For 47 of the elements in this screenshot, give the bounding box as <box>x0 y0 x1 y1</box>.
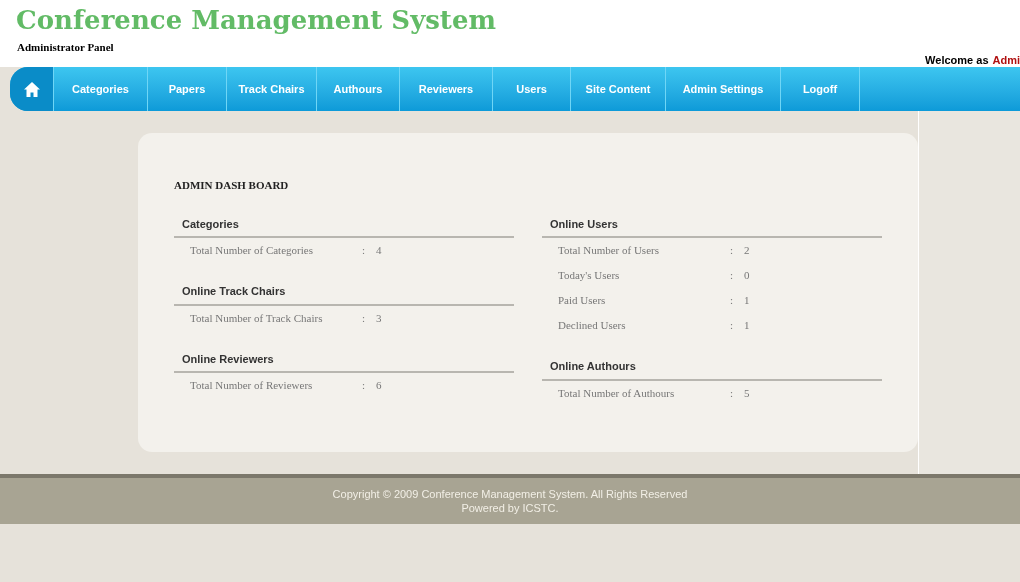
section-heading: Categories <box>174 215 514 238</box>
nav-tab[interactable]: Reviewers <box>400 67 493 111</box>
stat-label: Paid Users <box>558 293 607 309</box>
stat-value: 6 <box>376 378 382 394</box>
section-heading: Online Reviewers <box>174 350 514 373</box>
section-heading: Online Users <box>542 215 882 238</box>
stat-label: Total Number of Users <box>558 243 660 259</box>
stat-label: Today's Users <box>558 268 621 284</box>
stat-value: 5 <box>744 385 750 401</box>
separator: : <box>362 310 367 326</box>
separator: : <box>362 378 367 394</box>
nav-tab[interactable]: Track Chairs <box>227 67 317 111</box>
home-icon <box>23 81 40 97</box>
separator: : <box>730 243 735 259</box>
stat-value: 4 <box>376 243 382 259</box>
stat-value: 3 <box>376 310 382 326</box>
nav-tab[interactable]: Site Content <box>571 67 666 111</box>
nav-tab[interactable]: Logoff <box>781 67 860 111</box>
nav-tab[interactable]: Authours <box>317 67 400 111</box>
welcome-text: Welcome as <box>925 53 989 68</box>
powered-by-text: Powered by ICSTC. <box>461 501 559 515</box>
nav-tab[interactable]: Users <box>493 67 571 111</box>
stat-value: 2 <box>744 243 750 259</box>
stat-value: 0 <box>744 268 750 284</box>
dashboard-title: ADMIN DASH BOARD <box>174 178 290 193</box>
stat-label: Total Number of Reviewers <box>190 378 314 394</box>
separator: : <box>730 293 735 309</box>
section-heading: Online Track Chairs <box>174 283 514 306</box>
stat-value: 1 <box>744 293 750 309</box>
nav-tab[interactable]: Categories <box>54 67 148 111</box>
panel-subtitle: Administrator Panel <box>17 40 114 55</box>
stat-value: 1 <box>744 318 750 334</box>
nav-tab[interactable]: Admin Settings <box>666 67 781 111</box>
section-heading: Online Authours <box>542 358 882 381</box>
username: Admi <box>992 53 1020 68</box>
stat-label: Total Number of Authours <box>558 385 676 401</box>
stat-label: Total Number of Track Chairs <box>190 310 324 326</box>
separator: : <box>730 385 735 401</box>
stat-label: Total Number of Categories <box>190 243 314 259</box>
separator: : <box>730 268 735 284</box>
copyright-text: Copyright © 2009 Conference Management System. All Rights Reserved <box>332 487 688 501</box>
home-tab[interactable] <box>10 67 54 111</box>
site-title: Conference Management System <box>16 4 496 37</box>
separator: : <box>362 243 367 259</box>
nav-tab[interactable]: Papers <box>148 67 227 111</box>
separator: : <box>730 318 735 334</box>
stat-label: Declined Users <box>558 318 627 334</box>
